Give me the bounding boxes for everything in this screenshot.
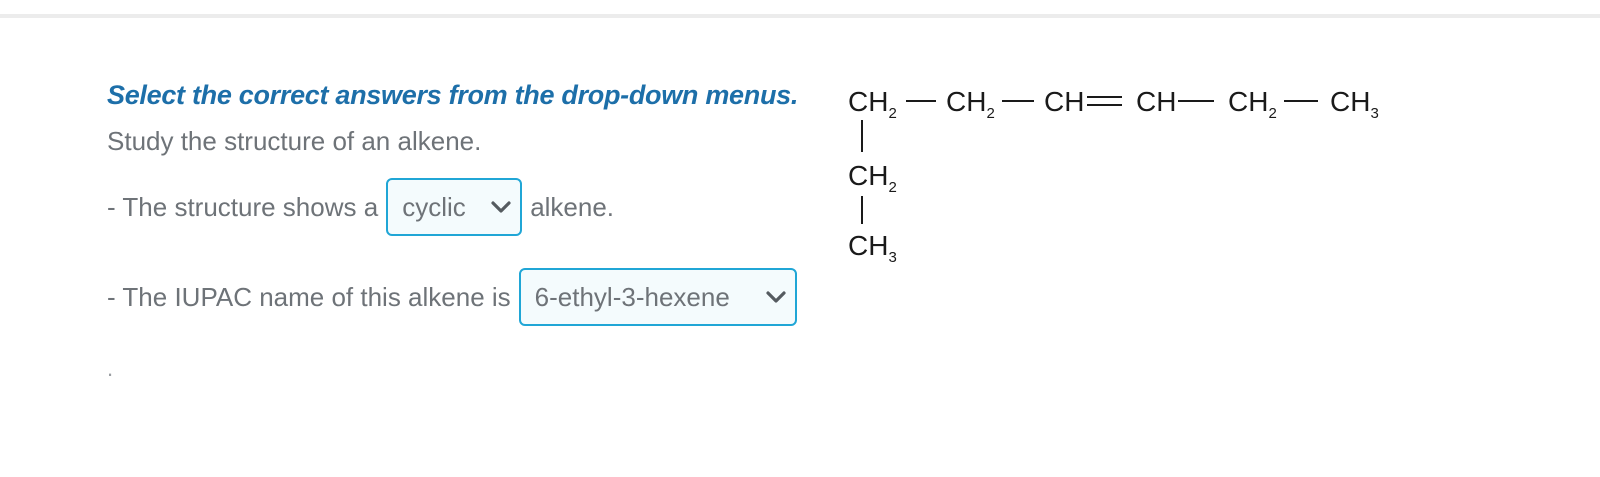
- statement-1-prefix: - The structure shows a: [107, 191, 379, 222]
- statement-1: - The structure shows a cyclic alkene.: [107, 178, 614, 236]
- alkene-structure: CH2 CH2 CH CH CH2 CH3 CH2 CH3: [848, 78, 1408, 278]
- statement-1-suffix: alkene.: [530, 191, 615, 222]
- iupac-name-dropdown[interactable]: 6-ethyl-3-hexene: [518, 268, 797, 326]
- statement-2: - The IUPAC name of this alkene is 6-eth…: [107, 268, 805, 326]
- alkene-type-dropdown[interactable]: cyclic: [386, 178, 523, 236]
- instruction-text: Select the correct answers from the drop…: [107, 80, 799, 110]
- chevron-down-icon: [491, 201, 511, 213]
- trailing-period: .: [107, 356, 114, 381]
- iupac-name-value: 6-ethyl-3-hexene: [534, 281, 730, 312]
- statement-2-prefix: - The IUPAC name of this alkene is: [107, 281, 511, 312]
- top-divider: [0, 14, 1600, 18]
- chevron-down-icon: [766, 291, 786, 303]
- bond-lines: [861, 96, 1318, 224]
- prompt-text: Study the structure of an alkene.: [107, 126, 482, 156]
- alkene-type-value: cyclic: [402, 191, 466, 222]
